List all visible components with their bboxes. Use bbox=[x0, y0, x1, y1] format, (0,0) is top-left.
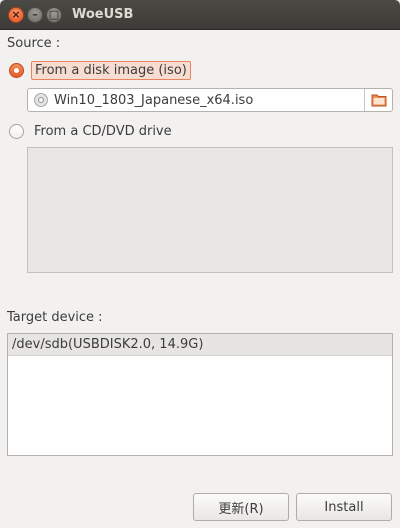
iso-file-chooser[interactable]: Win10_1803_Japanese_x64.iso bbox=[27, 88, 393, 112]
install-button[interactable]: Install bbox=[296, 493, 392, 521]
title-bar: × – □ WoeUSB bbox=[0, 0, 400, 30]
close-window-button[interactable]: × bbox=[8, 7, 24, 23]
radio-drive-indicator[interactable] bbox=[9, 124, 24, 139]
target-device-list[interactable]: /dev/sdb(USBDISK2.0, 14.9G) bbox=[7, 333, 393, 456]
maximize-icon: □ bbox=[48, 8, 60, 21]
radio-selected-dot bbox=[14, 68, 19, 73]
radio-from-drive[interactable]: From a CD/DVD drive bbox=[9, 123, 175, 140]
drive-list[interactable] bbox=[27, 147, 393, 273]
target-device-row[interactable]: /dev/sdb(USBDISK2.0, 14.9G) bbox=[8, 334, 392, 356]
window-title: WoeUSB bbox=[72, 7, 134, 22]
maximize-window-button[interactable]: □ bbox=[46, 7, 62, 23]
target-device-label: Target device : bbox=[7, 310, 103, 325]
radio-drive-label[interactable]: From a CD/DVD drive bbox=[31, 123, 175, 140]
folder-icon bbox=[371, 94, 386, 107]
browse-file-button[interactable] bbox=[364, 89, 392, 111]
refresh-button[interactable]: 更新(R) bbox=[193, 493, 289, 521]
iso-file-name: Win10_1803_Japanese_x64.iso bbox=[54, 92, 254, 108]
radio-iso-indicator[interactable] bbox=[9, 63, 24, 78]
radio-iso-label[interactable]: From a disk image (iso) bbox=[31, 61, 191, 80]
minimize-icon: – bbox=[32, 8, 38, 21]
disc-icon bbox=[34, 93, 48, 107]
radio-from-iso[interactable]: From a disk image (iso) bbox=[9, 61, 191, 80]
minimize-window-button[interactable]: – bbox=[27, 7, 43, 23]
source-label: Source : bbox=[7, 36, 61, 51]
close-icon: × bbox=[11, 8, 21, 21]
